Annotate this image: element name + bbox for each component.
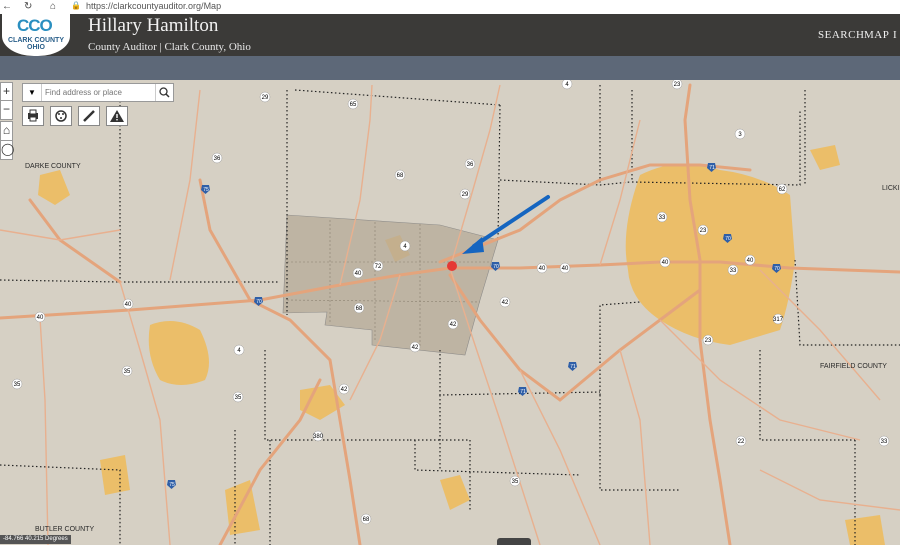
address-search: ▼ [22, 83, 174, 102]
lock-icon: 🔒 [71, 1, 81, 10]
measure-button[interactable] [78, 106, 100, 126]
svg-text:68: 68 [363, 517, 370, 523]
county-label-fairfield: FAIRFIELD COUNTY [820, 363, 887, 370]
svg-text:36: 36 [467, 162, 474, 168]
svg-text:68: 68 [397, 173, 404, 179]
nav-more[interactable]: I [893, 29, 897, 41]
svg-text:40: 40 [37, 315, 44, 321]
svg-text:23: 23 [700, 228, 707, 234]
svg-text:35: 35 [124, 369, 131, 375]
svg-text:29: 29 [262, 95, 269, 101]
svg-text:42: 42 [502, 300, 509, 306]
page-title: Hillary Hamilton [88, 15, 219, 36]
layers-icon [55, 110, 67, 122]
svg-text:35: 35 [512, 479, 519, 485]
svg-text:70: 70 [493, 264, 499, 270]
svg-text:40: 40 [125, 302, 132, 308]
svg-text:317: 317 [773, 317, 784, 323]
svg-text:42: 42 [412, 345, 419, 351]
svg-text:71: 71 [570, 364, 576, 370]
svg-text:22: 22 [738, 439, 745, 445]
browser-url-bar: ← ↻ ⌂ 🔒 https://clarkcountyauditor.org/M… [0, 0, 900, 15]
svg-text:62: 62 [779, 187, 786, 193]
search-icon [159, 87, 170, 98]
svg-text:70: 70 [256, 299, 262, 305]
svg-text:42: 42 [450, 322, 457, 328]
home-icon[interactable]: ⌂ [50, 1, 56, 12]
county-label-butler: BUTLER COUNTY [35, 526, 94, 533]
svg-text:65: 65 [350, 102, 357, 108]
svg-text:40: 40 [662, 260, 669, 266]
svg-text:71: 71 [709, 165, 715, 171]
svg-text:380: 380 [313, 434, 324, 440]
svg-text:70: 70 [774, 266, 780, 272]
url-text[interactable]: https://clarkcountyauditor.org/Map [86, 1, 221, 11]
measure-icon [83, 110, 95, 122]
app-header: CCO CLARK COUNTY OHIO Hillary Hamilton C… [0, 14, 900, 56]
location-marker[interactable] [447, 261, 457, 271]
svg-text:29: 29 [462, 192, 469, 198]
logo-county: CLARK COUNTY [8, 37, 64, 44]
search-button[interactable] [155, 84, 173, 101]
locate-button[interactable]: ◯ [0, 140, 15, 160]
map-canvas[interactable]: 29 65 36 68 36 29 4 72 40 40 40 42 42 68… [0, 80, 900, 545]
search-dropdown-button[interactable]: ▼ [23, 84, 42, 101]
sub-toolbar [0, 56, 900, 80]
svg-text:23: 23 [705, 338, 712, 344]
svg-text:75: 75 [203, 187, 209, 193]
svg-text:70: 70 [725, 236, 731, 242]
home-icon: ⌂ [2, 123, 11, 137]
warning-icon [110, 110, 124, 122]
svg-text:40: 40 [747, 258, 754, 264]
logo-text: CCO [17, 16, 53, 35]
zoom-out-button[interactable]: − [0, 100, 13, 120]
county-label-licking: LICKI [882, 185, 900, 192]
svg-text:33: 33 [659, 215, 666, 221]
svg-text:23: 23 [674, 82, 681, 88]
back-icon[interactable]: ← [2, 1, 12, 12]
logo-state: OHIO [27, 44, 45, 51]
zoom-in-button[interactable]: + [0, 82, 13, 102]
reload-icon[interactable]: ↻ [24, 1, 32, 12]
nav-map[interactable]: MAP [864, 29, 889, 41]
svg-text:42: 42 [341, 387, 348, 393]
svg-text:71: 71 [520, 389, 526, 395]
county-label-darke: DARKE COUNTY [25, 163, 81, 170]
print-icon [28, 109, 38, 122]
locate-icon: ◯ [1, 142, 15, 156]
layers-button[interactable] [50, 106, 72, 126]
nav-search[interactable]: SEARCH [818, 29, 864, 41]
svg-text:40: 40 [355, 271, 362, 277]
clark-county-logo[interactable]: CCO CLARK COUNTY OHIO [2, 14, 70, 56]
search-input[interactable] [43, 85, 157, 100]
chevron-down-icon: ▼ [28, 88, 36, 97]
svg-text:35: 35 [14, 382, 21, 388]
svg-text:33: 33 [730, 268, 737, 274]
coordinate-readout: -84.766 40.215 Degrees [0, 535, 71, 544]
report-button[interactable] [106, 106, 128, 126]
map-scale-tab[interactable] [497, 538, 531, 545]
home-extent-button[interactable]: ⌂ [0, 121, 13, 141]
svg-text:75: 75 [169, 482, 175, 488]
svg-text:72: 72 [375, 264, 382, 270]
svg-text:40: 40 [562, 266, 569, 272]
page-subtitle: County Auditor | Clark County, Ohio [88, 41, 251, 53]
svg-text:40: 40 [539, 266, 546, 272]
map-svg[interactable]: 29 65 36 68 36 29 4 72 40 40 40 42 42 68… [0, 80, 900, 545]
svg-text:36: 36 [214, 156, 221, 162]
svg-text:33: 33 [881, 439, 888, 445]
print-button[interactable] [22, 106, 44, 126]
svg-text:35: 35 [235, 395, 242, 401]
svg-text:68: 68 [356, 306, 363, 312]
